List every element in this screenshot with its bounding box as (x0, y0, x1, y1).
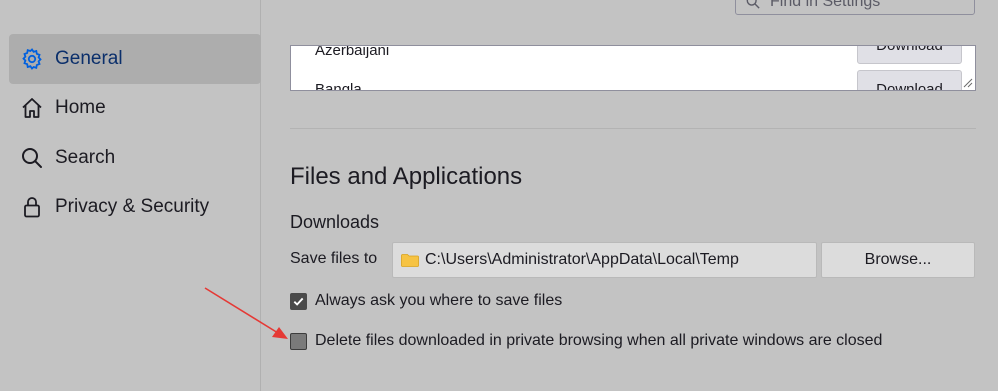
language-name: Azerbaijani (315, 45, 390, 59)
sidebar-item-privacy[interactable]: Privacy & Security (9, 182, 261, 232)
always-ask-option[interactable]: Always ask you where to save files (290, 292, 562, 310)
main-content: Find in Settings Azerbaijani Download Ba… (262, 0, 998, 391)
resize-grip-icon[interactable] (961, 76, 973, 88)
sidebar-item-general[interactable]: General (9, 34, 261, 84)
save-files-label: Save files to (290, 250, 378, 267)
sidebar-item-label: Home (55, 97, 106, 118)
list-item: Azerbaijani Download (291, 45, 975, 66)
sidebar-item-label: Privacy & Security (55, 196, 210, 217)
sidebar-item-label: Search (55, 147, 116, 168)
search-icon (19, 145, 45, 171)
always-ask-label: Always ask you where to save files (315, 292, 563, 309)
lock-icon (19, 194, 45, 220)
language-list[interactable]: Azerbaijani Download Bangla Download (290, 45, 976, 91)
delete-private-downloads-option[interactable]: Delete files downloaded in private brows… (290, 332, 882, 350)
sidebar-item-home[interactable]: Home (9, 83, 261, 133)
sidebar-item-label: General (55, 48, 123, 69)
delete-private-downloads-label: Delete files downloaded in private brows… (315, 332, 883, 349)
section-divider (290, 128, 976, 129)
download-button[interactable]: Download (857, 46, 962, 64)
find-in-settings-input[interactable]: Find in Settings (735, 0, 975, 15)
sidebar-item-search[interactable]: Search (9, 133, 261, 183)
section-title: Files and Applications (290, 163, 523, 190)
gear-icon (19, 46, 45, 72)
download-path-value: C:\Users\Administrator\AppData\Local\Tem… (425, 251, 739, 268)
always-ask-checkbox[interactable] (290, 292, 307, 310)
list-item: Bangla Download (291, 69, 975, 91)
sidebar: General Home Search Privacy & Security (0, 0, 261, 391)
language-name: Bangla (315, 81, 362, 91)
home-icon (19, 95, 45, 121)
delete-private-downloads-checkbox[interactable] (290, 332, 307, 350)
folder-icon (401, 254, 419, 267)
find-placeholder: Find in Settings (770, 0, 881, 10)
checkmark-icon (293, 297, 304, 306)
download-path-field[interactable]: C:\Users\Administrator\AppData\Local\Tem… (392, 242, 817, 278)
search-icon (746, 0, 760, 9)
download-button[interactable]: Download (857, 70, 962, 90)
downloads-heading: Downloads (290, 212, 380, 232)
browse-button[interactable]: Browse... (821, 242, 975, 278)
